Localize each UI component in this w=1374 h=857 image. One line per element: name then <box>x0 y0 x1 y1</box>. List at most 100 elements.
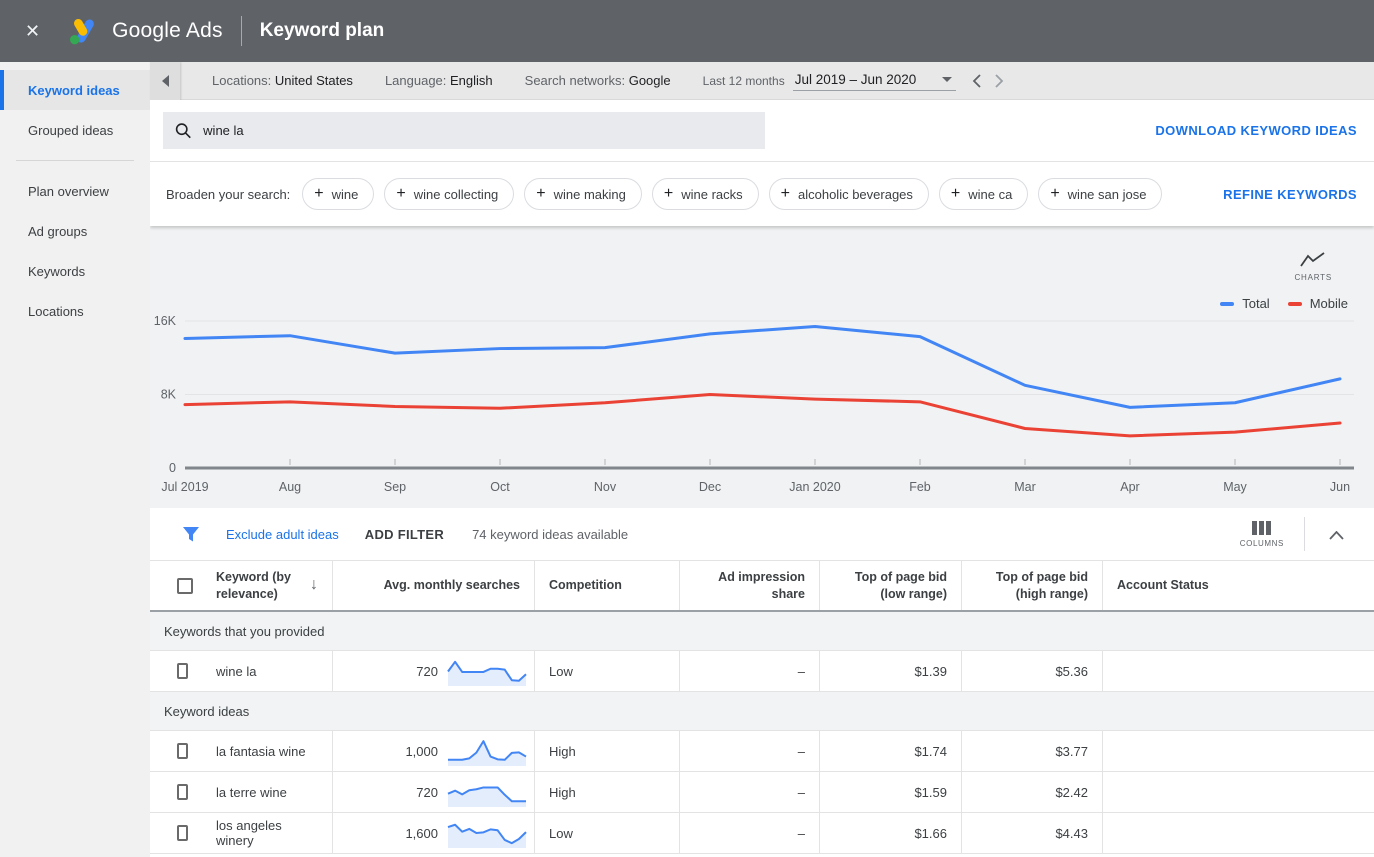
avg-monthly-searches-cell: 720 <box>333 772 535 812</box>
broaden-chip-wine-ca[interactable]: + wine ca <box>938 178 1029 210</box>
sidebar-item-locations[interactable]: Locations <box>0 291 150 331</box>
exclude-adult-ideas-link[interactable]: Exclude adult ideas <box>226 527 339 542</box>
broaden-chip-wine-san-jose[interactable]: + wine san jose <box>1038 178 1163 210</box>
sidebar: Keyword ideas Grouped ideas Plan overview… <box>0 62 150 857</box>
broaden-chips: + wine + wine collecting + wine making + wine r… <box>302 178 1172 210</box>
sidebar-item-grouped-ideas[interactable]: Grouped ideas <box>0 110 150 150</box>
row-checkbox[interactable] <box>177 743 188 759</box>
column-header-avg-monthly-searches[interactable]: Avg. monthly searches <box>333 561 535 610</box>
plus-icon: + <box>314 185 324 202</box>
plus-icon: + <box>396 185 406 202</box>
keyword-cell: la fantasia wine <box>202 731 333 771</box>
sidebar-item-keyword-ideas[interactable]: Keyword ideas <box>0 70 150 110</box>
column-header-keyword[interactable]: Keyword (by relevance) ↓ <box>202 561 333 610</box>
svg-text:Oct: Oct <box>490 480 510 494</box>
top-bid-high-cell: $4.43 <box>962 813 1103 853</box>
table-row: la terre wine 720 High – $1.59 $2.42 <box>150 772 1374 813</box>
plus-icon: + <box>1050 185 1060 202</box>
date-range-selector[interactable]: Jul 2019 – Jun 2020 <box>792 70 957 91</box>
plan-settings-toolbar: Locations: United States Language: Engli… <box>150 61 1374 100</box>
table-header-row: Keyword (by relevance) ↓ Avg. monthly se… <box>150 560 1374 612</box>
keyword-cell: wine la <box>202 651 333 691</box>
filter-funnel-icon[interactable] <box>182 526 200 543</box>
top-bid-high-cell: $3.77 <box>962 731 1103 771</box>
columns-icon <box>1252 520 1272 535</box>
plus-icon: + <box>536 185 546 202</box>
column-header-top-bid-low[interactable]: Top of page bid (low range) <box>820 561 962 610</box>
account-status-cell <box>1103 651 1374 691</box>
svg-text:Feb: Feb <box>909 480 931 494</box>
search-icon <box>175 123 191 139</box>
search-volume-sparkline <box>447 823 527 848</box>
broaden-chip-alcoholic-beverages[interactable]: + alcoholic beverages <box>768 178 929 210</box>
search-card: DOWNLOAD KEYWORD IDEAS Broaden your sear… <box>150 100 1374 226</box>
competition-cell: Low <box>535 651 680 691</box>
column-header-account-status[interactable]: Account Status <box>1103 561 1374 610</box>
download-keyword-ideas-button[interactable]: DOWNLOAD KEYWORD IDEAS <box>1155 123 1357 138</box>
row-checkbox[interactable] <box>177 663 188 679</box>
competition-cell: High <box>535 731 680 771</box>
plus-icon: + <box>663 185 674 202</box>
keyword-ideas-table-card: Exclude adult ideas ADD FILTER 74 keywor… <box>150 508 1374 857</box>
sidebar-divider <box>16 160 134 161</box>
locations-setting[interactable]: Locations: United States <box>212 73 353 88</box>
top-bid-low-cell: $1.66 <box>820 813 962 853</box>
sidebar-item-plan-overview[interactable]: Plan overview <box>0 171 150 211</box>
google-ads-logo-icon <box>66 15 100 47</box>
keyword-search-input[interactable] <box>203 123 753 138</box>
competition-cell: High <box>535 772 680 812</box>
sidebar-bottom-items: Plan overview Ad groups Keywords Locations <box>0 171 150 331</box>
collapse-table-button[interactable] <box>1325 523 1358 545</box>
broaden-chip-wine[interactable]: + wine <box>302 178 375 210</box>
svg-text:Jul 2019: Jul 2019 <box>161 480 208 494</box>
app-header: ✕ Google Ads Keyword plan <box>0 0 1374 62</box>
ad-impression-share-cell: – <box>680 813 820 853</box>
keyword-cell: la terre wine <box>202 772 333 812</box>
avg-monthly-searches-cell: 1,600 <box>333 813 535 853</box>
broaden-chip-wine-collecting[interactable]: + wine collecting <box>384 178 515 210</box>
close-icon[interactable]: ✕ <box>25 21 40 42</box>
top-bid-low-cell: $1.74 <box>820 731 962 771</box>
sidebar-item-ad-groups[interactable]: Ad groups <box>0 211 150 251</box>
column-header-ad-impression-share[interactable]: Ad impression share <box>680 561 820 610</box>
svg-text:Aug: Aug <box>279 480 301 494</box>
ad-impression-share-cell: – <box>680 651 820 691</box>
next-period-button[interactable] <box>995 73 1004 88</box>
account-status-cell <box>1103 772 1374 812</box>
broaden-chip-wine-racks[interactable]: + wine racks <box>651 178 759 210</box>
account-status-cell <box>1103 813 1374 853</box>
select-all-checkbox[interactable] <box>177 577 193 594</box>
add-filter-button[interactable]: ADD FILTER <box>365 527 444 542</box>
top-bid-low-cell: $1.39 <box>820 651 962 691</box>
broaden-chip-wine-making[interactable]: + wine making <box>524 178 642 210</box>
columns-button[interactable]: COLUMNS <box>1240 520 1284 548</box>
svg-text:Mar: Mar <box>1014 480 1036 494</box>
search-volume-sparkline <box>447 786 526 807</box>
column-header-competition[interactable]: Competition <box>535 561 680 610</box>
column-header-top-bid-high[interactable]: Top of page bid (high range) <box>962 561 1103 610</box>
keyword-search-box[interactable] <box>163 112 765 149</box>
top-bid-low-cell: $1.59 <box>820 772 962 812</box>
top-bid-high-cell: $2.42 <box>962 772 1103 812</box>
row-checkbox[interactable] <box>177 825 188 841</box>
previous-period-button[interactable] <box>972 73 981 88</box>
svg-text:May: May <box>1223 480 1247 494</box>
collapse-panel-button[interactable] <box>150 61 180 100</box>
sort-descending-icon[interactable]: ↓ <box>310 575 318 596</box>
sidebar-top-items: Keyword ideas Grouped ideas <box>0 70 150 150</box>
svg-text:8K: 8K <box>161 388 177 402</box>
search-networks-setting[interactable]: Search networks: Google <box>525 73 671 88</box>
sidebar-item-keywords[interactable]: Keywords <box>0 251 150 291</box>
trend-chart-panel: CHARTS Total Mobile 0 8K 16K Jul 2019 Aug Sep O… <box>150 226 1374 508</box>
top-bid-high-cell: $5.36 <box>962 651 1103 691</box>
svg-text:16K: 16K <box>154 314 177 328</box>
row-checkbox[interactable] <box>177 784 188 800</box>
ad-impression-share-cell: – <box>680 731 820 771</box>
header-divider <box>240 16 242 46</box>
page-title: Keyword plan <box>259 20 385 41</box>
svg-text:Apr: Apr <box>1120 480 1139 494</box>
refine-keywords-button[interactable]: REFINE KEYWORDS <box>1223 187 1357 202</box>
keyword-count-text: 74 keyword ideas available <box>472 526 629 542</box>
language-setting[interactable]: Language: English <box>385 73 493 88</box>
app-brand: Google Ads <box>112 19 223 42</box>
